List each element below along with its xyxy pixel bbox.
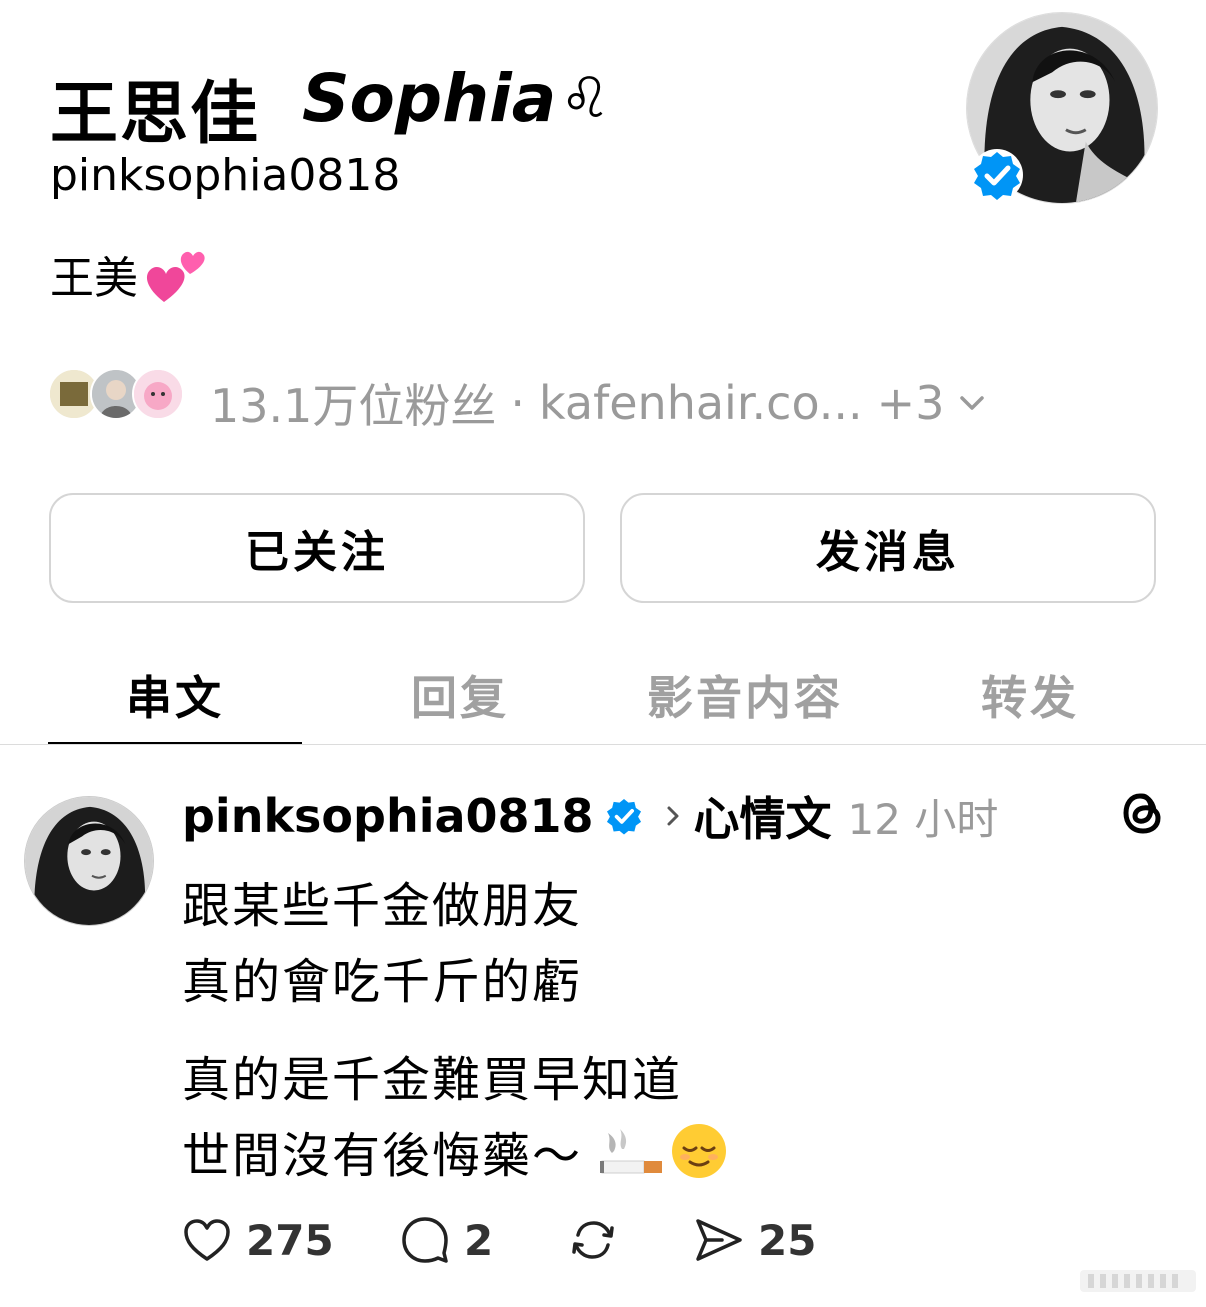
threads-logo-icon[interactable] [1118, 786, 1168, 840]
post-text-line: 跟某些千金做朋友 [182, 878, 583, 934]
chevron-right-icon [667, 806, 679, 826]
tab-media[interactable]: 影音内容 [618, 662, 872, 725]
profile-link[interactable]: kafenhair.co... [539, 376, 863, 430]
display-name-latin: Sophia [302, 60, 557, 137]
send-icon [696, 1219, 742, 1261]
post-topic-tag[interactable]: 心情文 [694, 783, 832, 849]
followers-count[interactable]: 13.1万位粉丝 [210, 370, 496, 436]
post-text-line-content: 世間沒有後悔藥～ [182, 1128, 583, 1184]
relieved-face-icon [672, 1124, 727, 1178]
post-author-avatar[interactable] [24, 796, 154, 926]
like-button[interactable]: 275 [180, 1210, 334, 1270]
post-text-line: 世間沒有後悔藥～ [182, 1116, 728, 1186]
verified-badge-icon [606, 798, 641, 835]
repost-button[interactable] [566, 1210, 620, 1270]
profile-username: pinksophia0818 [50, 150, 401, 201]
cigarette-icon [600, 1129, 663, 1174]
leo-zodiac-icon: ♌︎ [560, 66, 611, 131]
more-links-count[interactable]: +3 [877, 376, 945, 430]
tabs-divider [0, 744, 1206, 745]
follower-avatars[interactable] [48, 368, 190, 420]
follower-avatar [132, 368, 184, 420]
heart-icon [184, 1219, 230, 1261]
chevron-down-icon[interactable] [954, 385, 990, 421]
message-button[interactable]: 发消息 [620, 493, 1156, 603]
watermark-icon [1080, 1270, 1196, 1292]
comment-icon [402, 1217, 448, 1263]
post-timestamp: 12 小时 [847, 794, 999, 844]
repost-icon [572, 1221, 614, 1259]
profile-bio: 王美 [50, 242, 208, 306]
bio-text: 王美 [50, 253, 138, 304]
post-header: pinksophia0818 心情文 12 小时 [182, 786, 998, 846]
post-username[interactable]: pinksophia0818 [182, 789, 594, 843]
verified-badge-icon [971, 149, 1023, 201]
post-text-line: 真的是千金難買早知道 [182, 1052, 683, 1108]
post-text-line: 真的會吃千斤的虧 [182, 954, 583, 1010]
following-button[interactable]: 已关注 [49, 493, 585, 603]
reply-button[interactable]: 2 [398, 1210, 493, 1270]
tab-reposts[interactable]: 转发 [903, 662, 1157, 725]
share-button[interactable]: 25 [692, 1210, 816, 1270]
two-hearts-icon [146, 251, 205, 302]
display-name: 王思佳 [50, 75, 261, 154]
share-count: 25 [758, 1215, 817, 1265]
like-count: 275 [246, 1215, 334, 1265]
reply-count: 2 [464, 1215, 494, 1265]
followers-summary[interactable]: 13.1万位粉丝 · kafenhair.co... +3 [210, 370, 990, 436]
tab-threads[interactable]: 串文 [48, 662, 302, 725]
separator-dot: · [510, 376, 526, 430]
tab-replies[interactable]: 回复 [333, 662, 587, 725]
